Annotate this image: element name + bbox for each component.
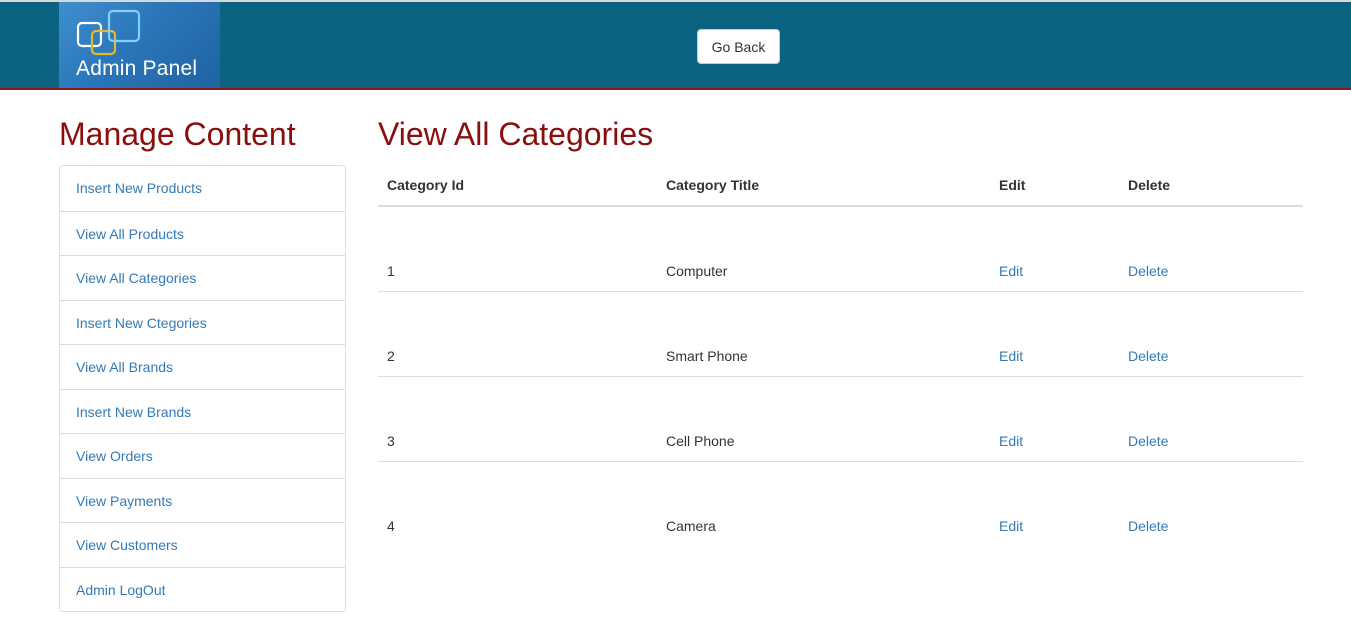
column-header-edit: Edit bbox=[999, 177, 1026, 193]
sidebar-item-insert-new-categories[interactable]: Insert New Ctegories bbox=[60, 299, 345, 345]
squares-logo-icon bbox=[76, 9, 141, 56]
column-header-category-title: Category Title bbox=[666, 177, 760, 193]
delete-link[interactable]: Delete bbox=[1128, 348, 1168, 364]
category-title-cell: Camera bbox=[666, 518, 716, 534]
delete-link[interactable]: Delete bbox=[1128, 433, 1168, 449]
page-title: View All Categories bbox=[378, 116, 654, 152]
column-header-delete: Delete bbox=[1128, 177, 1171, 193]
delete-link[interactable]: Delete bbox=[1128, 263, 1168, 279]
category-id-cell: 4 bbox=[387, 518, 395, 534]
sidebar-item-insert-new-products[interactable]: Insert New Products bbox=[60, 166, 345, 211]
edit-link[interactable]: Edit bbox=[999, 433, 1023, 449]
sidebar-menu: Insert New Products View All Products Vi… bbox=[59, 165, 346, 612]
category-id-cell: 2 bbox=[387, 348, 395, 364]
table-row: 3 Cell Phone Edit Delete bbox=[378, 377, 1303, 462]
category-title-cell: Cell Phone bbox=[666, 433, 735, 449]
table-header: Category Id Category Title Edit Delete bbox=[378, 163, 1303, 207]
sidebar-title: Manage Content bbox=[59, 116, 296, 152]
table-row: 2 Smart Phone Edit Delete bbox=[378, 292, 1303, 377]
sidebar-item-insert-new-brands[interactable]: Insert New Brands bbox=[60, 388, 345, 434]
sidebar-item-view-customers[interactable]: View Customers bbox=[60, 522, 345, 567]
sidebar-item-view-all-categories[interactable]: View All Categories bbox=[60, 255, 345, 300]
edit-link[interactable]: Edit bbox=[999, 518, 1023, 534]
delete-link[interactable]: Delete bbox=[1128, 518, 1168, 534]
category-title-cell: Computer bbox=[666, 263, 728, 279]
category-id-cell: 1 bbox=[387, 263, 395, 279]
column-header-category-id: Category Id bbox=[387, 177, 465, 193]
categories-table: Category Id Category Title Edit Delete 1… bbox=[378, 163, 1303, 546]
edit-link[interactable]: Edit bbox=[999, 263, 1023, 279]
category-title-cell: Smart Phone bbox=[666, 348, 748, 364]
logo-text: Admin Panel bbox=[76, 57, 198, 80]
edit-link[interactable]: Edit bbox=[999, 348, 1023, 364]
sidebar-item-view-all-brands[interactable]: View All Brands bbox=[60, 344, 345, 389]
header-underline bbox=[0, 88, 1351, 90]
go-back-button[interactable]: Go Back bbox=[697, 29, 780, 64]
sidebar-item-view-payments[interactable]: View Payments bbox=[60, 477, 345, 523]
category-id-cell: 3 bbox=[387, 433, 395, 449]
sidebar-item-admin-logout[interactable]: Admin LogOut bbox=[60, 566, 345, 612]
table-row: 1 Computer Edit Delete bbox=[378, 207, 1303, 292]
table-row: 4 Camera Edit Delete bbox=[378, 462, 1303, 546]
sidebar-item-view-all-products[interactable]: View All Products bbox=[60, 210, 345, 256]
sidebar-item-view-orders[interactable]: View Orders bbox=[60, 433, 345, 478]
admin-panel-logo: Admin Panel bbox=[59, 2, 220, 88]
